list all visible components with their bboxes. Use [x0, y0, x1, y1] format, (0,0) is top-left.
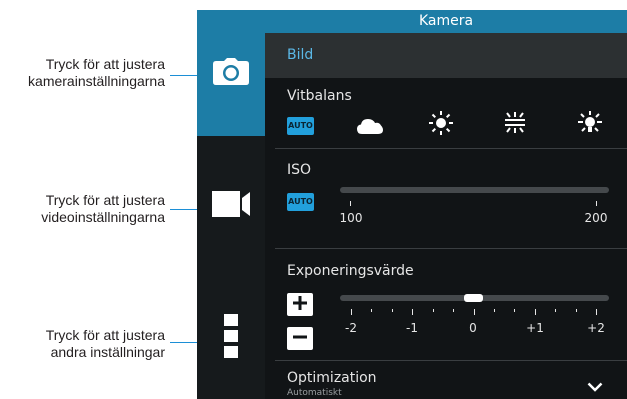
exposure-minor-tick	[555, 309, 557, 312]
callout-camera-line1: Tryck för att justera	[45, 56, 165, 72]
callout-video: Tryck för att justera videoinställningar…	[41, 192, 165, 226]
exposure-major-tick	[534, 309, 536, 315]
sidebar-more-button[interactable]	[197, 276, 265, 399]
exposure-minor-tick	[371, 309, 373, 312]
callout-other-line2: andra inställningar	[50, 344, 165, 360]
iso-scale-max: 200	[584, 211, 608, 225]
exposure-minor-tick	[514, 309, 516, 312]
exposure-minor-tick	[432, 309, 434, 312]
exposure-major-tick	[473, 309, 475, 315]
panel-title: Kamera	[265, 10, 627, 33]
iso-label: ISO	[287, 162, 312, 178]
settings-sidebar	[197, 10, 265, 399]
sun-icon[interactable]	[428, 110, 454, 140]
plus-icon	[293, 295, 307, 314]
exposure-major-tick	[412, 309, 414, 315]
callout-camera: Tryck för att justera kamerainställninga…	[28, 56, 165, 90]
iso-tick-min	[350, 201, 351, 206]
callout-other: Tryck för att justera andra inställninga…	[46, 327, 165, 361]
sidebar-video-button[interactable]	[197, 136, 265, 276]
sidebar-camera-button[interactable]	[197, 10, 265, 136]
callout-video-line1: Tryck för att justera	[45, 192, 165, 208]
exposure-scale-label: +2	[587, 321, 605, 335]
divider-1	[275, 148, 627, 149]
minus-icon	[293, 329, 307, 348]
exposure-major-tick	[351, 309, 352, 315]
exposure-minor-tick	[575, 309, 577, 312]
exposure-slider-thumb[interactable]	[464, 294, 483, 302]
fluorescent-icon[interactable]	[502, 110, 528, 140]
chevron-down-icon[interactable]	[587, 377, 603, 396]
iso-slider-track[interactable]	[340, 187, 609, 193]
exposure-minor-tick	[493, 309, 495, 312]
white-balance-auto-button[interactable]: AUTO	[287, 117, 314, 135]
exposure-scale-label: -1	[406, 321, 418, 335]
exposure-minor-tick	[453, 309, 455, 312]
iso-scale-min: 100	[339, 211, 363, 225]
exposure-decrease-button[interactable]	[287, 327, 313, 350]
callout-other-line1: Tryck för att justera	[45, 327, 165, 343]
callout-camera-line2: kamerainställningarna	[28, 73, 165, 89]
more-options-icon	[224, 313, 238, 362]
divider-2	[275, 248, 627, 249]
exposure-major-tick	[596, 309, 597, 315]
cloud-icon[interactable]	[357, 118, 383, 138]
video-camera-icon	[212, 191, 250, 221]
iso-auto-button[interactable]: AUTO	[287, 193, 314, 211]
incandescent-icon[interactable]	[576, 110, 604, 140]
exposure-scale-label: 0	[469, 321, 477, 335]
callout-video-line2: videoinställningarna	[41, 209, 165, 225]
exposure-increase-button[interactable]	[287, 293, 313, 316]
camera-settings-panel: Kamera Bild Vitbalans AUTO ISO AUTO 100 …	[265, 10, 627, 399]
section-header: Bild	[265, 33, 627, 78]
optimization-label: Optimization	[287, 370, 377, 386]
camera-icon	[213, 57, 249, 89]
section-title: Bild	[287, 47, 314, 63]
exposure-label: Exponeringsvärde	[287, 263, 414, 279]
divider-3	[275, 360, 627, 361]
optimization-value: Automatiskt	[287, 388, 342, 398]
exposure-minor-tick	[391, 309, 393, 312]
iso-tick-max	[596, 201, 597, 206]
exposure-scale-label: -2	[345, 321, 357, 335]
white-balance-label: Vitbalans	[287, 88, 352, 104]
exposure-scale-label: +1	[526, 321, 544, 335]
